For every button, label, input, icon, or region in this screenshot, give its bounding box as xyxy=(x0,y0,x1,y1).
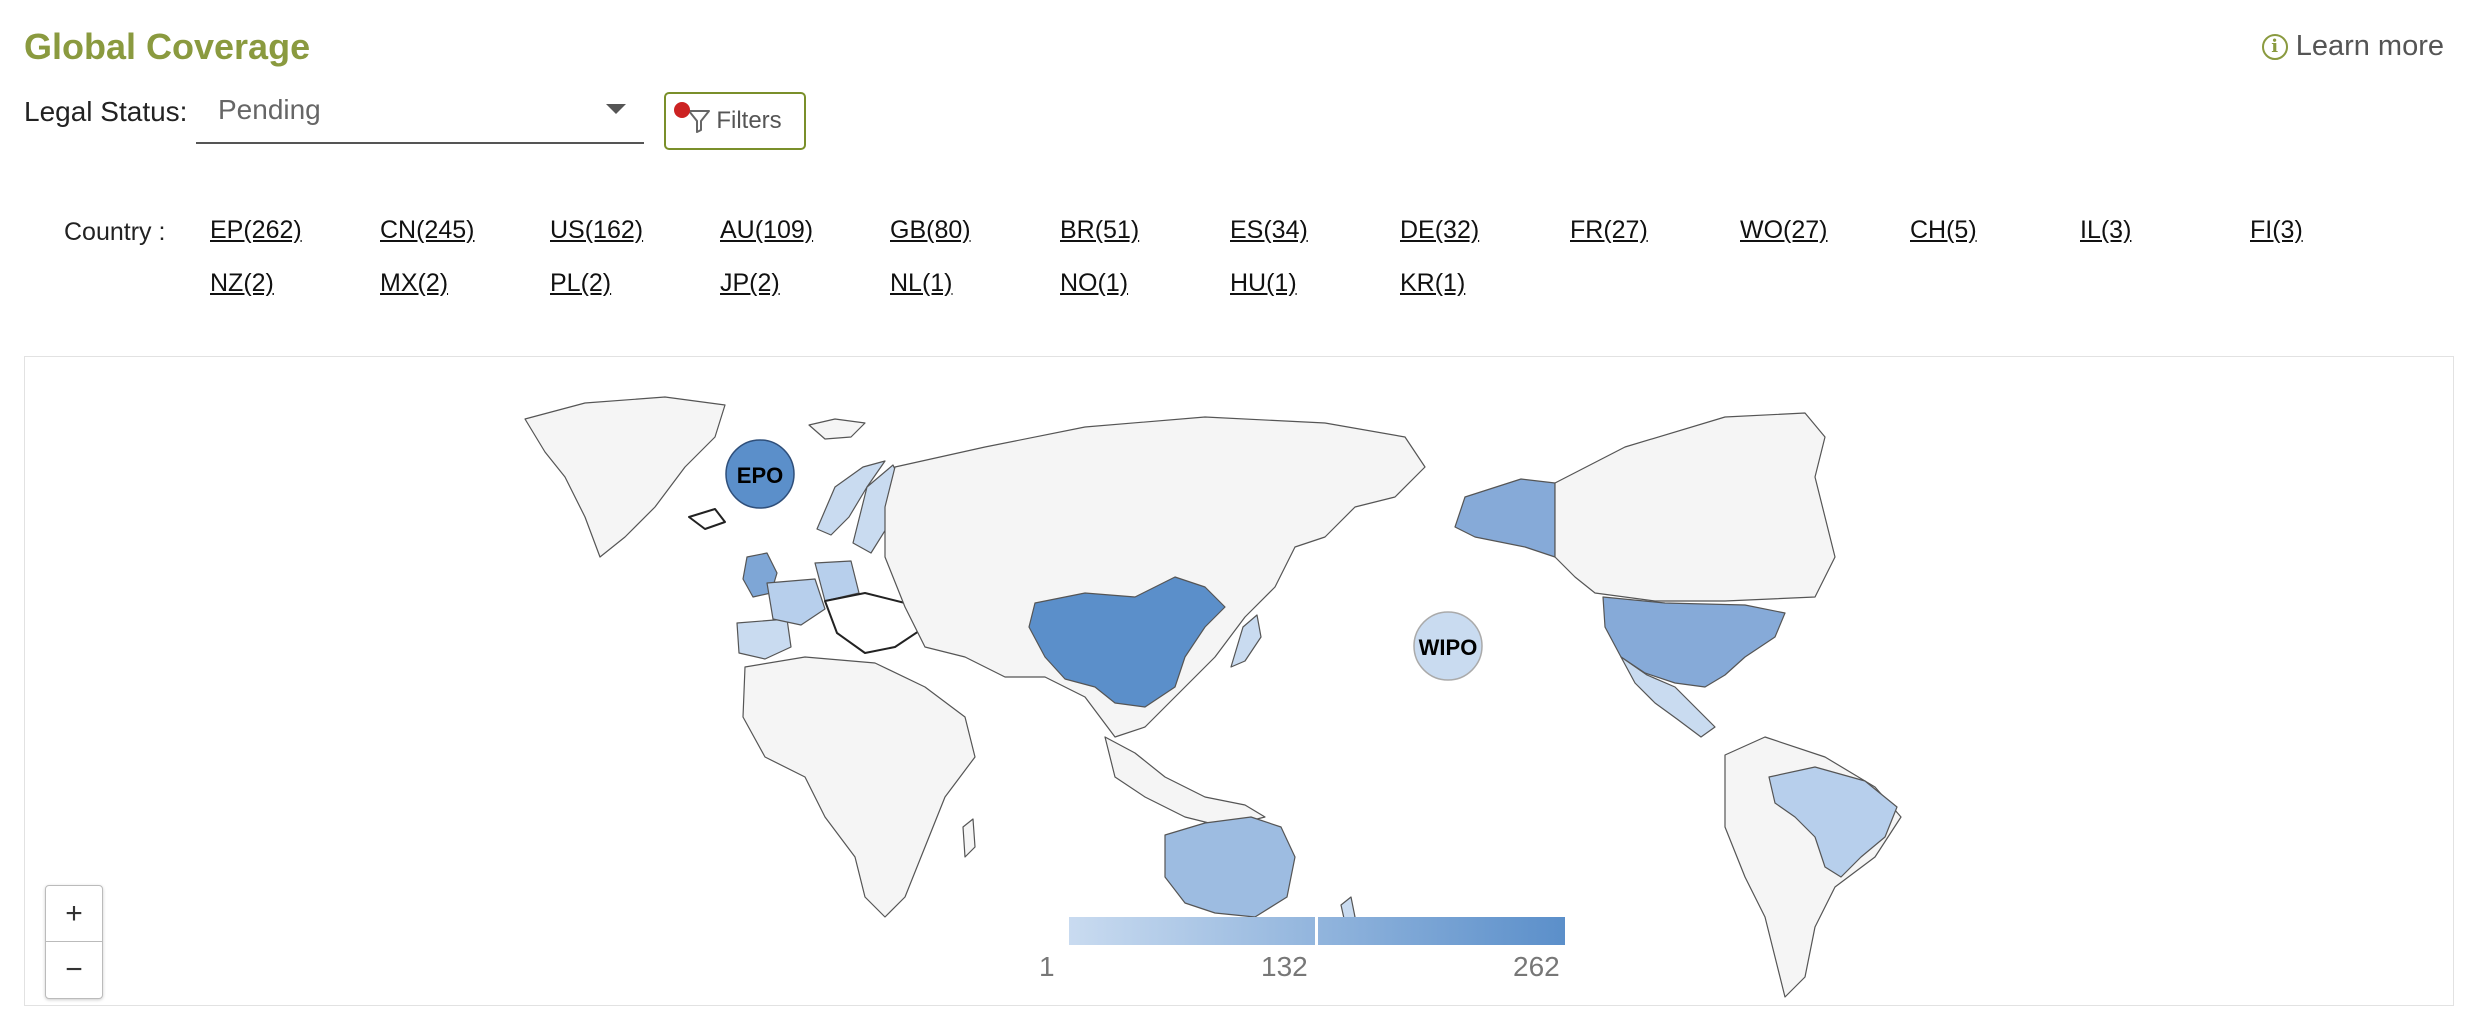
filters-button[interactable]: Filters xyxy=(664,92,806,150)
country-link[interactable]: IL(3) xyxy=(2080,216,2250,245)
map-region-iceland[interactable] xyxy=(688,508,726,530)
map-region-spain[interactable] xyxy=(736,618,792,660)
active-filter-indicator xyxy=(674,102,690,118)
map-region-alaska[interactable] xyxy=(1454,478,1556,558)
legend-midpoint-marker xyxy=(1315,917,1318,945)
zoom-controls: + − xyxy=(45,885,103,999)
color-scale-legend xyxy=(1069,917,1565,945)
country-link[interactable]: WO(27) xyxy=(1740,216,1910,245)
info-icon: i xyxy=(2261,33,2288,60)
epo-label: EPO xyxy=(737,463,783,488)
legend-min-label: 1 xyxy=(1039,951,1055,982)
map-region-svalbard[interactable] xyxy=(808,418,866,440)
world-map[interactable]: EPO WIPO xyxy=(25,357,2453,1005)
country-link[interactable]: NL(1) xyxy=(890,269,1060,298)
country-link[interactable]: PL(2) xyxy=(550,269,720,298)
learn-more-label: Learn more xyxy=(2295,30,2444,62)
zoom-out-button[interactable]: − xyxy=(46,942,102,997)
map-region-france[interactable] xyxy=(766,578,826,626)
page-title: Global Coverage xyxy=(24,26,311,67)
country-link[interactable]: NO(1) xyxy=(1060,269,1230,298)
zoom-in-button[interactable]: + xyxy=(46,886,102,942)
legal-status-dropdown[interactable]: Pending xyxy=(196,86,644,144)
wipo-label: WIPO xyxy=(1419,635,1478,660)
map-region-africa[interactable] xyxy=(742,656,976,918)
country-link[interactable]: DE(32) xyxy=(1400,216,1570,245)
chevron-down-icon xyxy=(606,104,626,114)
legal-status-value: Pending xyxy=(218,94,321,125)
country-link[interactable]: ES(34) xyxy=(1230,216,1400,245)
country-link[interactable]: CH(5) xyxy=(1910,216,2080,245)
legend-mid-label: 132 xyxy=(1261,951,1308,982)
country-link[interactable]: NZ(2) xyxy=(210,269,380,298)
country-link[interactable]: JP(2) xyxy=(720,269,890,298)
legal-status-label: Legal Status: xyxy=(24,96,188,127)
country-label: Country : xyxy=(64,218,166,246)
country-link[interactable]: KR(1) xyxy=(1400,269,1570,298)
country-link[interactable]: US(162) xyxy=(550,216,720,245)
country-link[interactable]: HU(1) xyxy=(1230,269,1400,298)
country-link[interactable]: GB(80) xyxy=(890,216,1060,245)
country-link[interactable]: FR(27) xyxy=(1570,216,1740,245)
country-list: EP(262) CN(245) US(162) AU(109) GB(80) B… xyxy=(210,216,2410,298)
map-region-canada[interactable] xyxy=(1554,412,1836,602)
country-link[interactable]: AU(109) xyxy=(720,216,890,245)
learn-more-link[interactable]: i Learn more xyxy=(2261,30,2444,63)
country-link[interactable]: MX(2) xyxy=(380,269,550,298)
map-region-australia[interactable] xyxy=(1164,816,1296,918)
world-map-panel[interactable]: EPO WIPO + − 1 132 262 xyxy=(24,356,2454,1006)
legend-max-label: 262 xyxy=(1513,951,1560,982)
map-region-greenland[interactable] xyxy=(524,396,726,558)
country-link[interactable]: CN(245) xyxy=(380,216,550,245)
country-link[interactable]: EP(262) xyxy=(210,216,380,245)
filters-label: Filters xyxy=(716,107,782,134)
map-region-se-asia[interactable] xyxy=(1104,736,1266,828)
country-link[interactable]: FI(3) xyxy=(2250,216,2420,245)
country-link[interactable]: BR(51) xyxy=(1060,216,1230,245)
funnel-icon xyxy=(688,110,711,133)
wipo-marker[interactable]: WIPO xyxy=(1413,611,1483,681)
epo-marker[interactable]: EPO xyxy=(725,439,795,509)
map-region-madagascar[interactable] xyxy=(962,818,976,858)
